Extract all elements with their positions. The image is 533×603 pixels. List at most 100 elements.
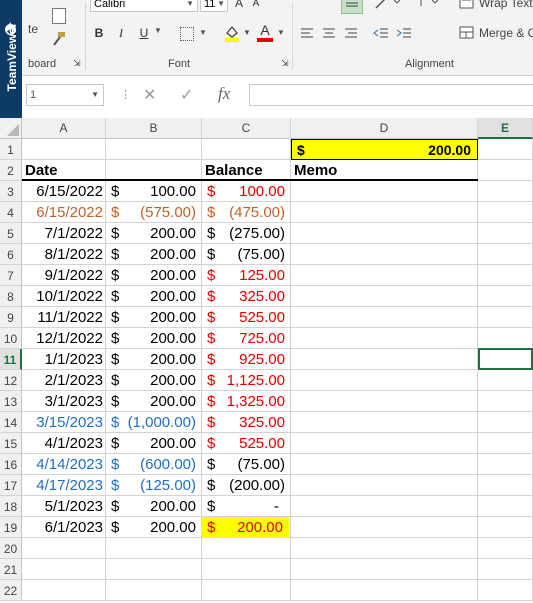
cell-e16[interactable]: [478, 454, 533, 475]
cell-d1-total[interactable]: $200.00: [291, 139, 478, 160]
cell-e10[interactable]: [478, 328, 533, 349]
date-cell[interactable]: 1/1/2023: [22, 349, 106, 370]
cell-b1[interactable]: [106, 139, 202, 160]
column-header-e[interactable]: E: [478, 118, 533, 139]
fill-color-icon[interactable]: [224, 24, 240, 42]
cell-d9[interactable]: [291, 307, 478, 328]
balance-cell[interactable]: $ -: [202, 496, 291, 517]
cell-d10[interactable]: [291, 328, 478, 349]
cell-e4[interactable]: [478, 202, 533, 223]
row-header-12[interactable]: 12: [0, 370, 22, 391]
middle-align-button[interactable]: [341, 0, 363, 14]
insert-function-button[interactable]: fx: [218, 84, 230, 104]
date-cell[interactable]: 3/15/2023: [22, 412, 106, 433]
row-header-2[interactable]: 2: [0, 160, 22, 181]
name-box[interactable]: 1 ▼: [26, 84, 104, 106]
balance-cell[interactable]: $ (200.00): [202, 475, 291, 496]
cell-d20[interactable]: [291, 538, 478, 559]
balance-cell[interactable]: $525.00: [202, 433, 291, 454]
chevron-down-icon[interactable]: ▼: [243, 28, 251, 37]
balance-cell[interactable]: $200.00: [202, 517, 289, 538]
worksheet-grid[interactable]: ABCDE 1 2 3 4 5 6 7 8 9 10 11 12 13 14 15 16 17 18 19 20 21 2…: [0, 118, 533, 601]
align-right-icon[interactable]: [344, 26, 358, 40]
row-header-19[interactable]: 19: [0, 517, 22, 538]
column-header-d[interactable]: D: [291, 118, 478, 139]
cell-e2[interactable]: [478, 160, 533, 181]
borders-icon[interactable]: [180, 27, 194, 41]
date-cell[interactable]: 12/1/2022: [22, 328, 106, 349]
cell-d18[interactable]: [291, 496, 478, 517]
header-memo[interactable]: Memo: [291, 160, 478, 181]
shrink-font-button[interactable]: A: [250, 0, 262, 13]
date-cell[interactable]: 9/1/2022: [22, 265, 106, 286]
row-header-14[interactable]: 14: [0, 412, 22, 433]
cell-e19[interactable]: [478, 517, 533, 538]
row-header-21[interactable]: 21: [0, 559, 22, 580]
cell-a1[interactable]: [22, 139, 106, 160]
date-cell[interactable]: 4/14/2023: [22, 454, 106, 475]
amount-cell[interactable]: $100.00: [106, 181, 202, 202]
row-header-1[interactable]: 1: [0, 139, 22, 160]
row-header-20[interactable]: 20: [0, 538, 22, 559]
cell-d11[interactable]: [291, 349, 478, 370]
cell-e14[interactable]: [478, 412, 533, 433]
cell-b20[interactable]: [106, 538, 202, 559]
cell-d12[interactable]: [291, 370, 478, 391]
header-date[interactable]: Date: [22, 160, 106, 181]
cell-e17[interactable]: [478, 475, 533, 496]
cell-c1[interactable]: [202, 139, 291, 160]
cell-d6[interactable]: [291, 244, 478, 265]
amount-cell[interactable]: $200.00: [106, 307, 202, 328]
dialog-launcher-icon[interactable]: ⇲: [73, 58, 81, 69]
amount-cell[interactable]: $200.00: [106, 391, 202, 412]
date-cell[interactable]: 10/1/2022: [22, 286, 106, 307]
cell-b21[interactable]: [106, 559, 202, 580]
orientation-icon[interactable]: [374, 0, 402, 10]
merge-center-button[interactable]: Merge & C: [459, 26, 533, 42]
cell-a20[interactable]: [22, 538, 106, 559]
cell-d17[interactable]: [291, 475, 478, 496]
cell-a22[interactable]: [22, 580, 106, 601]
cancel-icon[interactable]: ✕: [143, 85, 156, 105]
cell-d16[interactable]: [291, 454, 478, 475]
amount-cell[interactable]: $ (1,000.00): [106, 412, 202, 433]
date-cell[interactable]: 6/1/2023: [22, 517, 106, 538]
cell-d14[interactable]: [291, 412, 478, 433]
balance-cell[interactable]: $725.00: [202, 328, 291, 349]
cell-d22[interactable]: [291, 580, 478, 601]
amount-cell[interactable]: $ (600.00): [106, 454, 202, 475]
row-header-15[interactable]: 15: [0, 433, 22, 454]
cell-e9[interactable]: [478, 307, 533, 328]
column-header-c[interactable]: C: [202, 118, 291, 139]
balance-cell[interactable]: $525.00: [202, 307, 291, 328]
dialog-launcher-icon[interactable]: ⇲: [281, 58, 289, 69]
cell-b22[interactable]: [106, 580, 202, 601]
row-header-13[interactable]: 13: [0, 391, 22, 412]
cell-e7[interactable]: [478, 265, 533, 286]
row-header-17[interactable]: 17: [0, 475, 22, 496]
balance-cell[interactable]: $ (475.00): [202, 202, 291, 223]
amount-cell[interactable]: $200.00: [106, 244, 202, 265]
balance-cell[interactable]: $325.00: [202, 286, 291, 307]
balance-cell[interactable]: $1,125.00: [202, 370, 291, 391]
cell-d3[interactable]: [291, 181, 478, 202]
amount-cell[interactable]: $200.00: [106, 328, 202, 349]
date-cell[interactable]: 5/1/2023: [22, 496, 106, 517]
balance-cell[interactable]: $ (75.00): [202, 454, 291, 475]
align-center-icon[interactable]: [322, 26, 336, 40]
amount-cell[interactable]: $ (125.00): [106, 475, 202, 496]
row-header-9[interactable]: 9: [0, 307, 22, 328]
cell-d8[interactable]: [291, 286, 478, 307]
cell-e3[interactable]: [478, 181, 533, 202]
increase-indent-icon[interactable]: [396, 26, 412, 40]
select-all-corner[interactable]: [0, 118, 22, 139]
cell-e15[interactable]: [478, 433, 533, 454]
row-header-8[interactable]: 8: [0, 286, 22, 307]
column-header-b[interactable]: B: [106, 118, 202, 139]
cell-d7[interactable]: [291, 265, 478, 286]
amount-cell[interactable]: $200.00: [106, 286, 202, 307]
row-header-10[interactable]: 10: [0, 328, 22, 349]
cell-e8[interactable]: [478, 286, 533, 307]
amount-cell[interactable]: $200.00: [106, 496, 202, 517]
cell-d21[interactable]: [291, 559, 478, 580]
